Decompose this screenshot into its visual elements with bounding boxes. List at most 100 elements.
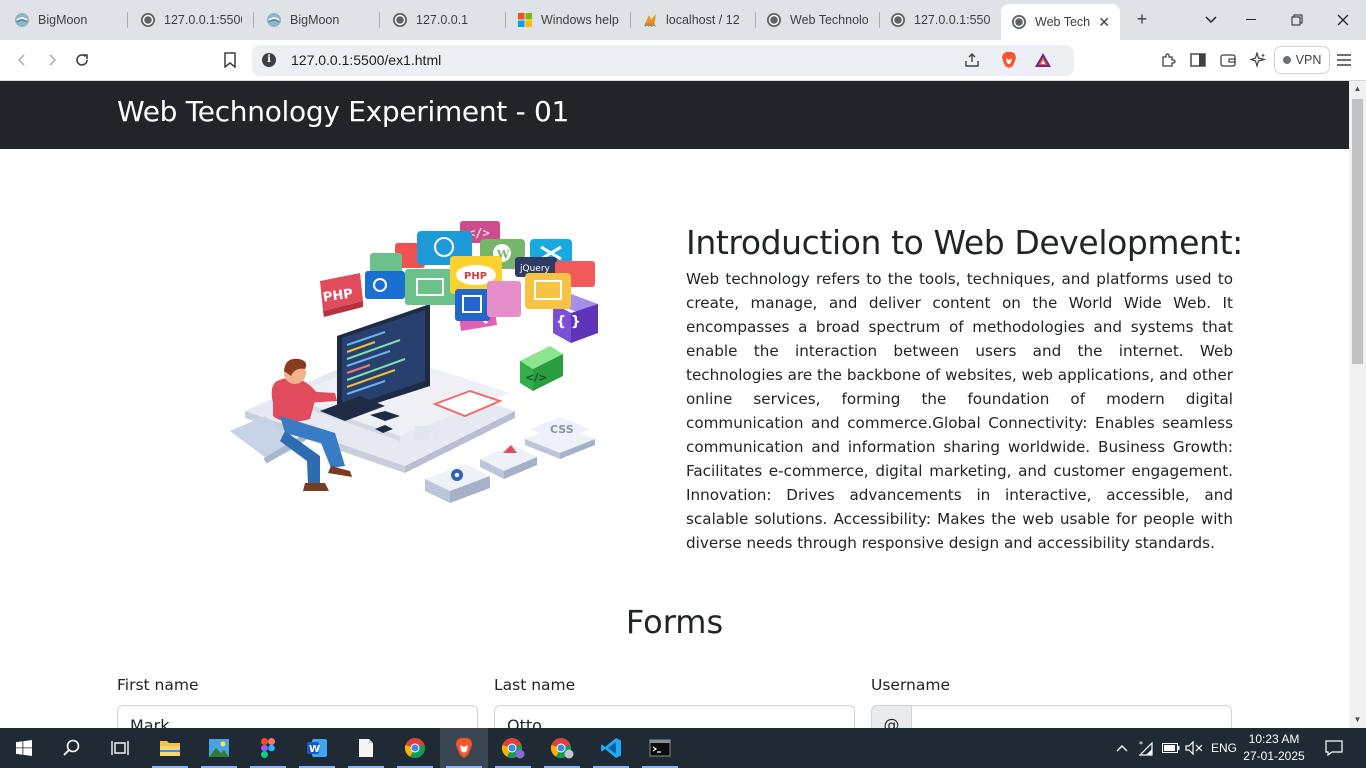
tab-phpmyadmin[interactable]: PMA localhost / 12 bbox=[632, 4, 754, 36]
tab-title: 127.0.0.1:5500 bbox=[914, 13, 990, 27]
windows-start-icon bbox=[16, 740, 32, 756]
wifi-icon: * bbox=[1138, 740, 1153, 756]
leo-ai-button[interactable] bbox=[1246, 48, 1270, 72]
navbar: Web Technology Experiment - 01 bbox=[0, 81, 1349, 149]
sidebar-icon bbox=[1190, 53, 1206, 67]
tab-title: BigMoon bbox=[38, 13, 88, 27]
notepad-icon bbox=[359, 739, 373, 757]
tab-bigmoon-1[interactable]: BigMoon bbox=[4, 4, 126, 36]
chrome-app[interactable] bbox=[391, 728, 439, 768]
tab-web-technology[interactable]: Web Technolo bbox=[756, 4, 878, 36]
notification-center-button[interactable] bbox=[1320, 728, 1348, 768]
chrome-profile-app[interactable] bbox=[489, 728, 537, 768]
new-tab-button[interactable]: + bbox=[1130, 8, 1154, 32]
brave-rewards-button[interactable] bbox=[1031, 48, 1055, 72]
tab-windows-help[interactable]: Windows help bbox=[507, 4, 629, 36]
tab-localhost-5500-2[interactable]: 127.0.0.1:5500 bbox=[880, 4, 1000, 36]
chrome-profile-icon bbox=[501, 738, 525, 759]
photos-app[interactable] bbox=[195, 728, 243, 768]
close-tab-icon[interactable]: ✕ bbox=[1092, 14, 1110, 31]
wallet-icon bbox=[1220, 54, 1236, 67]
address-bar[interactable]: i 127.0.0.1:5500/ex1.html bbox=[252, 45, 1074, 76]
svg-text:PMA: PMA bbox=[645, 23, 656, 28]
first-name-input[interactable] bbox=[117, 705, 478, 728]
volume-status[interactable] bbox=[1183, 728, 1205, 768]
page-scrollbar[interactable]: ▲ ▼ bbox=[1349, 81, 1366, 728]
tab-title: localhost / 12 bbox=[666, 13, 740, 27]
system-clock[interactable]: 10:23 AM 27-01-2025 bbox=[1241, 731, 1307, 765]
task-view-button[interactable] bbox=[96, 728, 144, 768]
sidebar-button[interactable] bbox=[1186, 48, 1210, 72]
search-button[interactable] bbox=[48, 728, 96, 768]
browser-tab-strip: BigMoon 127.0.0.1:5500 BigMoon 127.0.0.1… bbox=[0, 0, 1366, 40]
input-language[interactable]: ENG bbox=[1208, 728, 1240, 768]
brave-app[interactable] bbox=[440, 728, 488, 768]
word-app[interactable]: W bbox=[293, 728, 341, 768]
main-menu-button[interactable] bbox=[1332, 48, 1356, 72]
bigmoon-icon bbox=[266, 12, 282, 28]
globe-icon bbox=[766, 12, 782, 28]
battery-status[interactable] bbox=[1160, 728, 1182, 768]
tab-divider bbox=[505, 12, 506, 28]
reload-icon bbox=[76, 54, 88, 66]
tab-divider bbox=[127, 12, 128, 28]
arrow-right-icon bbox=[49, 54, 57, 66]
start-button[interactable] bbox=[0, 728, 48, 768]
vscode-app[interactable] bbox=[587, 728, 635, 768]
hamburger-menu-icon bbox=[1337, 54, 1351, 66]
globe-icon bbox=[1011, 14, 1027, 30]
code-tag-label: </> bbox=[525, 371, 547, 384]
bigmoon-icon bbox=[14, 12, 30, 28]
terminal-icon bbox=[649, 739, 671, 757]
scrollbar-thumb[interactable] bbox=[1352, 99, 1363, 364]
notepad-app[interactable] bbox=[342, 728, 390, 768]
tab-title: Windows help bbox=[541, 13, 619, 27]
tab-localhost[interactable]: 127.0.0.1 bbox=[382, 4, 504, 36]
bookmark-icon bbox=[224, 52, 236, 68]
username-label: Username bbox=[871, 676, 951, 694]
reload-button[interactable] bbox=[70, 48, 94, 72]
clock-date: 27-01-2025 bbox=[1243, 749, 1305, 763]
terminal-app[interactable] bbox=[636, 728, 684, 768]
extensions-button[interactable] bbox=[1156, 48, 1180, 72]
minimize-button[interactable] bbox=[1228, 0, 1274, 40]
chrome-profile-icon bbox=[550, 738, 574, 759]
username-at-prefix: @ bbox=[871, 705, 912, 728]
forward-button[interactable] bbox=[40, 48, 64, 72]
scroll-down-arrow-icon[interactable]: ▼ bbox=[1349, 712, 1366, 728]
battery-icon bbox=[1162, 743, 1180, 753]
figma-app[interactable] bbox=[244, 728, 292, 768]
tab-title: BigMoon bbox=[290, 13, 340, 27]
last-name-input[interactable] bbox=[494, 705, 855, 728]
file-explorer-app[interactable] bbox=[146, 728, 194, 768]
braces-label: { } bbox=[556, 314, 581, 330]
tab-title: Web Tech bbox=[1035, 15, 1091, 29]
tab-web-tech-active[interactable]: Web Tech ✕ bbox=[1001, 4, 1120, 40]
site-info-icon[interactable]: i bbox=[262, 53, 276, 67]
bookmark-button[interactable] bbox=[218, 48, 242, 72]
brave-lion-icon bbox=[1002, 52, 1016, 68]
vpn-button[interactable]: VPN bbox=[1274, 46, 1330, 74]
close-window-button[interactable] bbox=[1320, 0, 1366, 40]
photos-icon bbox=[209, 739, 229, 757]
show-hidden-icons-button[interactable] bbox=[1113, 728, 1131, 768]
wallet-button[interactable] bbox=[1216, 48, 1240, 72]
tab-localhost-5500[interactable]: 127.0.0.1:5500 bbox=[130, 4, 252, 36]
share-button[interactable] bbox=[960, 48, 984, 72]
rewards-triangle-icon bbox=[1035, 53, 1051, 67]
figma-icon bbox=[261, 738, 275, 758]
scroll-up-arrow-icon[interactable]: ▲ bbox=[1349, 81, 1366, 97]
navbar-brand[interactable]: Web Technology Experiment - 01 bbox=[117, 95, 569, 128]
tab-bigmoon-2[interactable]: BigMoon bbox=[256, 4, 378, 36]
clock-time: 10:23 AM bbox=[1248, 732, 1300, 746]
vpn-status-dot bbox=[1282, 56, 1291, 64]
network-status[interactable]: * bbox=[1135, 728, 1157, 768]
back-button[interactable] bbox=[10, 48, 34, 72]
chrome-profile-2-app[interactable] bbox=[538, 728, 586, 768]
first-name-label: First name bbox=[117, 676, 199, 694]
brave-shields-button[interactable] bbox=[997, 48, 1021, 72]
restore-button[interactable] bbox=[1274, 0, 1320, 40]
forms-heading: Forms bbox=[625, 603, 724, 641]
username-input[interactable] bbox=[911, 705, 1232, 728]
url-text[interactable]: 127.0.0.1:5500/ex1.html bbox=[291, 52, 441, 68]
